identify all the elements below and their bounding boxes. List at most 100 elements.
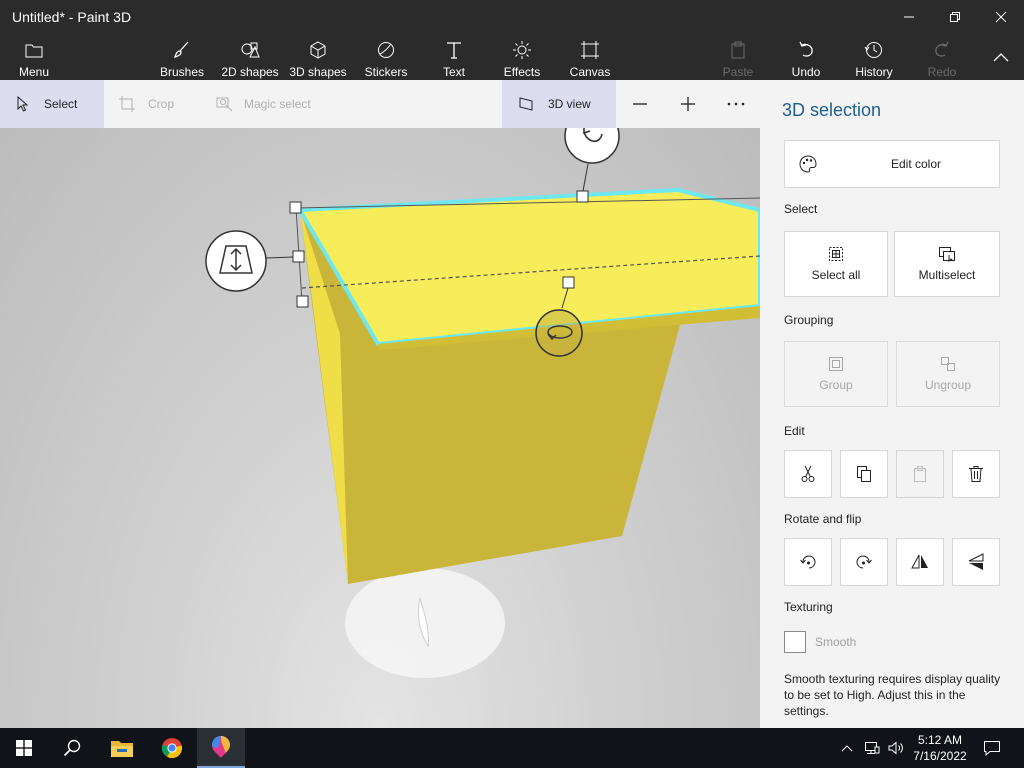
group-icon	[829, 357, 843, 371]
history-icon	[864, 42, 882, 58]
file-explorer-icon	[111, 741, 133, 757]
minus-icon	[633, 103, 647, 105]
select-heading: Select	[784, 202, 818, 216]
palette-icon	[799, 155, 817, 173]
select-tool[interactable]: Select	[0, 80, 104, 128]
paste-icon	[914, 466, 926, 482]
start-button[interactable]	[0, 728, 48, 768]
texturing-heading: Texturing	[784, 600, 833, 614]
crop-tool[interactable]: Crop	[118, 80, 174, 128]
redo-button[interactable]: Redo	[920, 33, 964, 80]
plus-icon	[681, 97, 695, 111]
effects-tab[interactable]: Effects	[500, 33, 544, 80]
canvas-icon	[581, 41, 599, 59]
zoom-out-button[interactable]	[618, 80, 662, 128]
sticker-icon	[378, 42, 394, 58]
bottom-handle[interactable]	[296, 295, 309, 308]
paste-button[interactable]: Paste	[716, 33, 760, 80]
group-button[interactable]: Group	[784, 341, 888, 407]
restore-button[interactable]	[932, 0, 978, 33]
sun-icon	[513, 41, 531, 59]
rotate-left-icon	[800, 555, 816, 569]
history-button[interactable]: History	[850, 33, 898, 80]
top-handle[interactable]	[576, 190, 589, 203]
undo-icon	[799, 41, 813, 57]
file-explorer-button[interactable]	[98, 728, 146, 768]
title-bar: Untitled* - Paint 3D	[0, 0, 1024, 33]
flip-horizontal-button[interactable]	[896, 538, 944, 586]
taskbar: 5:12 AM 7/16/2022	[0, 728, 1024, 768]
show-hidden-icons-button[interactable]	[836, 728, 858, 768]
stickers-tab[interactable]: Stickers	[362, 33, 410, 80]
clock-date: 7/16/2022	[913, 749, 967, 763]
smooth-checkbox[interactable]	[784, 631, 806, 653]
paint-3d-taskbar-button[interactable]	[197, 728, 245, 768]
close-button[interactable]	[978, 0, 1024, 33]
tool-options-bar: Select Crop Magic select 3D view	[0, 80, 760, 128]
notification-icon	[984, 741, 1000, 756]
ellipsis-icon	[727, 102, 745, 106]
edit-color-button[interactable]: Edit color	[784, 140, 1000, 188]
grouping-heading: Grouping	[784, 313, 834, 327]
texturing-note: Smooth texturing requires display qualit…	[784, 672, 1001, 718]
ungroup-icon	[941, 357, 955, 371]
paste-panel-button[interactable]	[896, 450, 944, 498]
chrome-button[interactable]	[148, 728, 196, 768]
corner-handle[interactable]	[289, 201, 302, 214]
rotate-right-icon	[856, 555, 872, 569]
3d-selection-panel: 3D selection Edit color Select Select al…	[760, 80, 1024, 728]
cursor-icon	[17, 96, 29, 112]
brush-icon	[173, 41, 189, 59]
copy-button[interactable]	[840, 450, 888, 498]
3d-scene[interactable]	[0, 128, 760, 728]
paste-icon	[731, 41, 745, 59]
center-handle[interactable]	[562, 276, 575, 289]
copy-icon	[857, 466, 871, 482]
system-clock[interactable]: 5:12 AM 7/16/2022	[910, 732, 970, 764]
multiselect-icon	[939, 247, 955, 262]
action-center-button[interactable]	[970, 728, 1014, 768]
close-icon	[995, 11, 1007, 22]
rotate-right-button[interactable]	[840, 538, 888, 586]
zoom-in-button[interactable]	[666, 80, 710, 128]
search-button[interactable]	[48, 728, 96, 768]
rotate-z-handle[interactable]	[535, 309, 583, 357]
side-handle[interactable]	[292, 250, 305, 263]
3d-view-toggle[interactable]: 3D view	[502, 80, 616, 128]
collapse-ribbon-button[interactable]	[978, 33, 1024, 80]
magic-select-tool[interactable]: Magic select	[216, 80, 311, 128]
smooth-label: Smooth	[815, 635, 857, 649]
paint-3d-icon	[212, 736, 230, 758]
select-all-button[interactable]: Select all	[784, 231, 888, 297]
volume-button[interactable]	[884, 728, 908, 768]
canvas-tab[interactable]: Canvas	[566, 33, 614, 80]
minimize-button[interactable]	[886, 0, 932, 33]
flip-vertical-icon	[968, 553, 984, 570]
rotate-left-button[interactable]	[784, 538, 832, 586]
2d-shapes-tab[interactable]: 2D shapes	[220, 33, 280, 80]
windows-logo-icon	[16, 740, 32, 756]
crop-icon	[119, 96, 135, 112]
ungroup-button[interactable]: Ungroup	[896, 341, 1000, 407]
network-icon	[865, 742, 880, 754]
brushes-tab[interactable]: Brushes	[156, 33, 208, 80]
canvas-area[interactable]	[0, 128, 760, 728]
more-options-button[interactable]	[714, 80, 758, 128]
network-button[interactable]	[860, 728, 884, 768]
undo-button[interactable]: Undo	[784, 33, 828, 80]
magic-select-icon	[216, 97, 233, 112]
chrome-icon	[161, 738, 183, 759]
delete-button[interactable]	[952, 450, 1000, 498]
rotate-y-handle[interactable]	[564, 128, 620, 164]
menu-button[interactable]: Menu	[10, 33, 58, 80]
multiselect-button[interactable]: Multiselect	[894, 231, 1000, 297]
minimize-icon	[904, 16, 914, 17]
chevron-up-icon	[993, 52, 1009, 61]
text-icon	[447, 42, 461, 59]
push-pull-depth-handle[interactable]	[205, 230, 267, 292]
cut-button[interactable]	[784, 450, 832, 498]
trash-icon	[969, 466, 983, 482]
3d-shapes-tab[interactable]: 3D shapes	[288, 33, 348, 80]
text-tab[interactable]: Text	[432, 33, 476, 80]
flip-vertical-button[interactable]	[952, 538, 1000, 586]
